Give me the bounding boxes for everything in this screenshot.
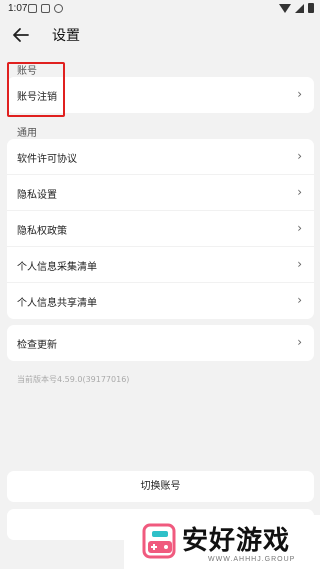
highlight-box <box>7 62 65 117</box>
notification-icon <box>54 4 63 13</box>
row-label: 隐私设置 <box>17 190 57 201</box>
switch-account-button[interactable]: 切换账号 <box>7 471 314 502</box>
chevron-right-icon: › <box>297 257 302 271</box>
version-text: 当前版本号4.59.0(39177016) <box>17 375 130 384</box>
row-label: 检查更新 <box>17 340 57 351</box>
settings-row-info-sharing-list[interactable]: 个人信息共享清单 › <box>7 283 314 319</box>
wifi-icon <box>279 3 291 13</box>
chevron-right-icon: › <box>297 87 302 101</box>
watermark-text: 安好游戏 <box>182 526 291 556</box>
section-label-general: 通用 <box>17 128 37 139</box>
update-card: 检查更新 › <box>7 325 314 361</box>
chevron-right-icon: › <box>297 185 302 199</box>
chevron-right-icon: › <box>297 335 302 349</box>
settings-row-privacy-policy[interactable]: 隐私权政策 › <box>7 211 314 247</box>
battery-icon <box>308 3 314 13</box>
row-label: 个人信息共享清单 <box>17 298 97 309</box>
status-bar: 1:07 <box>0 0 320 18</box>
settings-row-check-update[interactable]: 检查更新 › <box>7 325 314 361</box>
chevron-right-icon: › <box>297 221 302 235</box>
row-label: 隐私权政策 <box>17 226 67 237</box>
watermark: 安好游戏 WWW.AHHHJ.GROUP <box>124 515 320 569</box>
signal-icon <box>295 3 304 13</box>
back-arrow-icon[interactable] <box>10 24 32 46</box>
row-label: 软件许可协议 <box>17 154 77 165</box>
watermark-url: WWW.AHHHJ.GROUP <box>208 556 296 563</box>
settings-row-info-collection-list[interactable]: 个人信息采集清单 › <box>7 247 314 283</box>
notification-icon <box>28 4 37 13</box>
general-card: 软件许可协议 › 隐私设置 › 隐私权政策 › 个人信息采集清单 › 个人信息共… <box>7 139 314 319</box>
notification-icon <box>41 4 50 13</box>
chevron-right-icon: › <box>297 149 302 163</box>
row-label: 个人信息采集清单 <box>17 262 97 273</box>
watermark-logo-icon <box>142 523 176 559</box>
app-header: 设置 <box>0 18 320 52</box>
chevron-right-icon: › <box>297 293 302 307</box>
status-time: 1:07 <box>8 3 28 14</box>
page-title: 设置 <box>52 28 80 44</box>
settings-row-privacy-settings[interactable]: 隐私设置 › <box>7 175 314 211</box>
settings-row-software-license[interactable]: 软件许可协议 › <box>7 139 314 175</box>
